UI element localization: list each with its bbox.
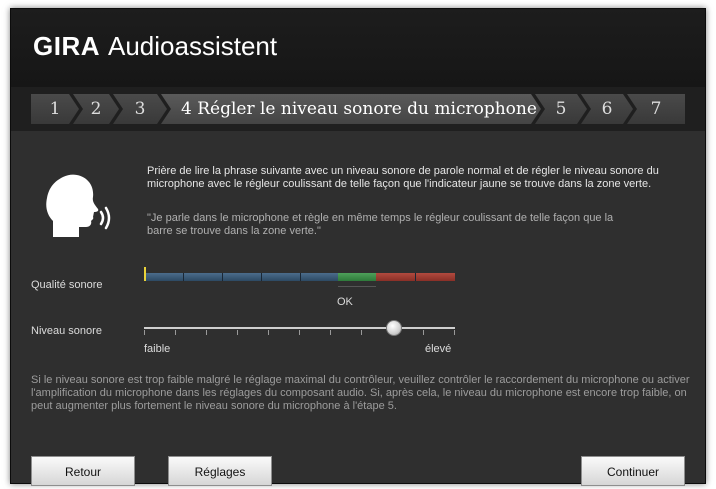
meter-zone-ok [338,273,376,281]
slider-tick [423,330,424,335]
quality-meter [144,273,455,281]
main-content: Prière de lire la phrase suivante avec u… [11,131,705,486]
settings-button[interactable]: Réglages [168,456,272,486]
level-label: Niveau sonore [31,325,102,337]
step-3[interactable]: 3 [113,94,167,124]
meter-tick [222,273,223,281]
meter-tick [183,273,184,281]
level-min-label: faible [144,343,171,355]
slider-tick [361,330,362,335]
back-button[interactable]: Retour [31,456,135,486]
quality-indicator [144,267,146,281]
step-4-active[interactable]: 4 Régler le niveau sonore du microphone [161,94,541,124]
meter-tick [415,273,416,281]
quote-text: "Je parle dans le microphone et règle en… [147,212,614,237]
ok-zone-marker [338,286,376,287]
ok-zone-label: OK [337,296,353,308]
slider-tick [330,330,331,335]
level-slider-handle[interactable] [385,320,402,336]
step-7[interactable]: 7 [627,94,685,124]
step-1[interactable]: 1 [31,94,79,124]
step-2[interactable]: 2 [73,94,119,124]
meter-tick [261,273,262,281]
meter-tick [300,273,301,281]
slider-tick [268,330,269,335]
level-max-label: élevé [425,343,452,355]
level-slider-track[interactable] [144,327,455,329]
slider-tick [454,330,455,335]
steps-bar: 1 2 3 4 Régler le niveau sonore du micro… [31,94,685,124]
slider-tick [175,330,176,335]
help-text: Si le niveau sonore est trop faible malg… [31,374,690,412]
step-5[interactable]: 5 [535,94,587,124]
quality-label: Qualité sonore [31,279,103,291]
slider-tick [299,330,300,335]
slider-tick [206,330,207,335]
speaking-head-icon [46,174,111,237]
slider-tick [237,330,238,335]
step-6[interactable]: 6 [581,94,633,124]
slider-tick [144,330,145,335]
audio-assistant-window: GIRA Audioassistent 1 2 3 4 Régler le niv… [10,8,706,486]
continue-button[interactable]: Continuer [581,456,685,486]
meter-zone-low [144,273,338,281]
instruction-text: Prière de lire la phrase suivante avec u… [147,165,659,190]
app-title: GIRA Audioassistent [33,31,277,62]
app-name: Audioassistent [108,31,278,61]
header: GIRA Audioassistent [11,9,705,87]
brand-logo: GIRA [33,31,100,61]
